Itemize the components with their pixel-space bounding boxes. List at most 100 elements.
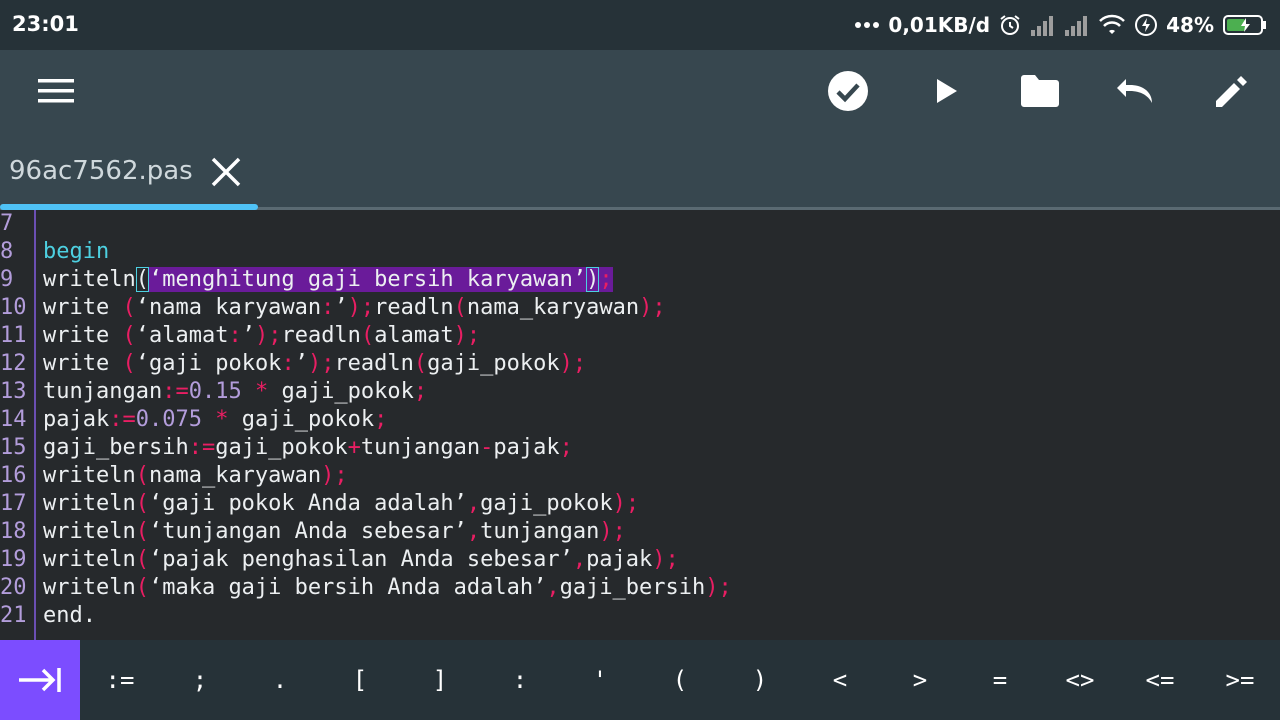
symbol-key[interactable]: > bbox=[880, 640, 960, 720]
wifi-icon bbox=[1099, 14, 1126, 34]
code-line[interactable]: 12 write (‘gaji pokok:’);readln(gaji_poko… bbox=[0, 350, 1280, 378]
symbol-key[interactable]: [ bbox=[320, 640, 400, 720]
code-line[interactable]: 21 end. bbox=[0, 602, 1280, 630]
code-line[interactable]: 18 writeln(‘tunjangan Anda sebesar’,tunja… bbox=[0, 518, 1280, 546]
code-token: : bbox=[228, 323, 242, 348]
undo-button[interactable] bbox=[1111, 66, 1161, 116]
code-token: , bbox=[466, 491, 481, 516]
code-line[interactable]: 16 writeln(nama_karyawan); bbox=[0, 462, 1280, 490]
check-circle-icon bbox=[828, 71, 868, 111]
code-token: gaji_bersih bbox=[43, 435, 189, 460]
code-token: ; bbox=[321, 351, 335, 376]
code-token: ; bbox=[665, 547, 679, 572]
code-token: ) bbox=[639, 295, 653, 320]
code-token: ‘pajak penghasilan Anda sebesar’ bbox=[148, 547, 573, 572]
symbol-key[interactable]: ' bbox=[560, 640, 640, 720]
edit-button[interactable] bbox=[1207, 66, 1257, 116]
code-line[interactable]: 7 bbox=[0, 210, 1280, 238]
code-token: ; bbox=[268, 323, 282, 348]
line-code: write (‘alamat:’);readln(alamat); bbox=[43, 322, 480, 350]
symbol-key[interactable]: >= bbox=[1200, 640, 1280, 720]
code-token: : bbox=[281, 351, 295, 376]
tab-key[interactable] bbox=[0, 640, 80, 720]
code-token: nama_karyawan bbox=[466, 295, 640, 320]
line-code: write (‘nama karyawan:’);readln(nama_kar… bbox=[43, 294, 666, 322]
line-number: 19 bbox=[0, 547, 27, 572]
code-token: begin bbox=[43, 239, 110, 264]
code-line[interactable]: 14 pajak:=0.075 * gaji_pokok; bbox=[0, 406, 1280, 434]
tab-arrow-icon bbox=[19, 668, 61, 692]
symbol-key[interactable]: <= bbox=[1120, 640, 1200, 720]
code-token: write bbox=[43, 351, 123, 376]
code-token: gaji_bersih bbox=[559, 575, 706, 600]
code-token: tunjangan bbox=[43, 379, 163, 404]
code-token: readln bbox=[334, 351, 414, 376]
code-token: , bbox=[466, 519, 481, 544]
code-token: ( bbox=[122, 323, 136, 348]
symbol-key[interactable]: ] bbox=[400, 640, 480, 720]
code-editor[interactable]: 7 8 begin 9 writeln(‘menghitung gaji bersih … bbox=[0, 210, 1280, 640]
symbol-keyboard-bar: :=;.[]: '() < > = <> <= >= bbox=[0, 640, 1280, 720]
open-folder-button[interactable] bbox=[1015, 66, 1065, 116]
symbol-key[interactable]: < bbox=[800, 640, 880, 720]
line-number: 17 bbox=[0, 491, 27, 516]
line-number: 10 bbox=[0, 295, 27, 320]
pencil-icon bbox=[1216, 76, 1247, 107]
status-icons: 0,01KB/d 48% bbox=[854, 10, 1268, 40]
alarm-icon bbox=[1000, 15, 1020, 35]
code-token: ’ bbox=[334, 295, 348, 320]
more-dots-icon bbox=[855, 22, 880, 28]
line-code: write (‘gaji pokok:’);readln(gaji_pokok)… bbox=[43, 350, 586, 378]
code-token: pajak bbox=[43, 407, 110, 432]
code-line[interactable]: 9 writeln(‘menghitung gaji bersih karyawa… bbox=[0, 266, 1280, 294]
line-code: gaji_bersih:=gaji_pokok+tunjangan-pajak; bbox=[43, 434, 573, 462]
code-token: writeln bbox=[43, 463, 136, 488]
code-line[interactable]: 8 begin bbox=[0, 238, 1280, 266]
code-token: ; bbox=[466, 323, 481, 348]
code-line[interactable]: 10 write (‘nama karyawan:’);readln(nama_k… bbox=[0, 294, 1280, 322]
symbol-key[interactable]: := bbox=[80, 640, 160, 720]
symbol-key[interactable]: = bbox=[960, 640, 1040, 720]
code-token: ( bbox=[135, 575, 149, 600]
file-tab[interactable]: 96ac7562.pas bbox=[0, 132, 258, 212]
line-code: end. bbox=[43, 602, 96, 630]
symbol-key[interactable]: ( bbox=[640, 640, 720, 720]
file-tab-label: 96ac7562.pas bbox=[9, 156, 193, 186]
line-code: writeln(nama_karyawan); bbox=[43, 462, 348, 490]
code-token: + bbox=[347, 435, 361, 460]
code-line[interactable]: 13 tunjangan:=0.15 * gaji_pokok; bbox=[0, 378, 1280, 406]
line-number: 16 bbox=[0, 463, 27, 488]
run-button[interactable] bbox=[921, 66, 971, 116]
code-line[interactable]: 19 writeln(‘pajak penghasilan Anda sebesa… bbox=[0, 546, 1280, 574]
code-token: ; bbox=[625, 491, 640, 516]
code-token: ( bbox=[413, 351, 428, 376]
code-token: ( bbox=[122, 351, 136, 376]
symbol-key[interactable]: . bbox=[240, 640, 320, 720]
code-line[interactable]: 15 gaji_bersih:=gaji_pokok+tunjangan-paja… bbox=[0, 434, 1280, 462]
code-token: ) bbox=[599, 519, 613, 544]
line-code: writeln(‘pajak penghasilan Anda sebesar’… bbox=[43, 546, 679, 574]
symbol-key[interactable]: : bbox=[480, 640, 560, 720]
compile-button[interactable] bbox=[823, 66, 873, 116]
symbol-key[interactable]: ) bbox=[720, 640, 800, 720]
code-line[interactable]: 11 write (‘alamat:’);readln(alamat); bbox=[0, 322, 1280, 350]
code-token: ; bbox=[360, 295, 375, 320]
code-token: ) bbox=[612, 491, 626, 516]
code-token: ( bbox=[135, 267, 149, 292]
code-token: * bbox=[215, 407, 229, 432]
code-token: writeln bbox=[43, 547, 136, 572]
code-token: := bbox=[188, 435, 216, 460]
code-token: ; bbox=[572, 351, 587, 376]
code-line[interactable]: 17 writeln(‘gaji pokok Anda adalah’,gaji_… bbox=[0, 490, 1280, 518]
code-token: ) bbox=[307, 351, 322, 376]
symbol-key[interactable]: ; bbox=[160, 640, 240, 720]
code-token: ‘menghitung gaji bersih karyawan’ bbox=[148, 267, 587, 292]
code-token: gaji_pokok bbox=[215, 435, 348, 460]
menu-button[interactable] bbox=[31, 66, 81, 116]
code-line[interactable]: 20 writeln(‘maka gaji bersih Anda adalah’… bbox=[0, 574, 1280, 602]
code-token: ; bbox=[612, 519, 626, 544]
close-icon[interactable] bbox=[208, 154, 244, 190]
code-token: ‘tunjangan Anda sebesar’ bbox=[148, 519, 467, 544]
code-token: ) bbox=[652, 547, 666, 572]
symbol-key[interactable]: <> bbox=[1040, 640, 1120, 720]
